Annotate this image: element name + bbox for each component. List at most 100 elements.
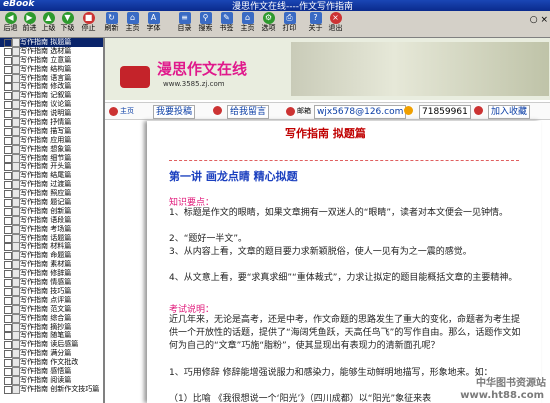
watermark: 中华图书资源站	[476, 378, 546, 389]
expand-icon[interactable]	[4, 83, 12, 92]
sidebar-item[interactable]: 写作指南 抒情篇	[0, 118, 103, 128]
exit-button[interactable]: × 退出	[327, 12, 344, 33]
bookmark-button[interactable]: ✎ 书签	[218, 12, 235, 33]
expand-icon[interactable]	[4, 261, 12, 270]
font-button[interactable]: A 字体	[145, 12, 162, 33]
expand-icon[interactable]	[4, 101, 12, 110]
expand-icon[interactable]	[4, 332, 12, 341]
expand-icon[interactable]	[4, 234, 12, 243]
expand-icon[interactable]	[4, 279, 12, 288]
sidebar-item[interactable]: 写作指南 想象篇	[0, 144, 103, 154]
sidebar-item[interactable]: 写作指南 修改篇	[0, 82, 103, 92]
down-button[interactable]: ▼ 下级	[59, 12, 76, 33]
sidebar-item[interactable]: 写作指南 综合篇	[0, 313, 103, 323]
expand-icon[interactable]	[4, 287, 12, 296]
search-button[interactable]: ⚲ 搜索	[197, 12, 214, 33]
expand-icon[interactable]	[4, 56, 12, 65]
expand-icon[interactable]	[4, 110, 12, 119]
sidebar-item[interactable]: 写作指南 说明篇	[0, 109, 103, 119]
sidebar-item[interactable]: 写作指南 描写篇	[0, 126, 103, 136]
forward-button[interactable]: ▶ 前进	[21, 12, 38, 33]
refresh-button[interactable]: ↻ 刷新	[103, 12, 120, 33]
sidebar-item[interactable]: 写作指南 满分篇	[0, 349, 103, 359]
toc-button[interactable]: ≡ 目录	[176, 12, 193, 33]
sidebar-item[interactable]: 写作指南 点评篇	[0, 295, 103, 305]
sidebar-item[interactable]: 写作指南 结尾篇	[0, 171, 103, 181]
expand-icon[interactable]	[4, 39, 12, 47]
sidebar-item[interactable]: 写作指南 语段篇	[0, 215, 103, 225]
sidebar-item[interactable]: 写作指南 感悟篇	[0, 366, 103, 376]
expand-icon[interactable]	[4, 359, 12, 368]
expand-icon[interactable]	[4, 323, 12, 332]
sidebar-item[interactable]: 写作指南 创新篇	[0, 206, 103, 216]
expand-icon[interactable]	[4, 190, 12, 199]
sidebar-tree[interactable]: 写作指南 拟题篇 写作指南 选材篇 写作指南 立意篇 写作指南 结构篇 写作指南 语言篇…	[0, 38, 105, 403]
expand-icon[interactable]	[4, 270, 12, 279]
sidebar-item[interactable]: 写作指南 随笔篇	[0, 331, 103, 341]
sidebar-item[interactable]: 写作指南 立意篇	[0, 55, 103, 65]
expand-icon[interactable]	[4, 367, 12, 376]
nav-home[interactable]: 主页	[109, 105, 134, 117]
nav-email[interactable]: wjx5678@126.com	[314, 105, 407, 119]
sidebar-item[interactable]: 写作指南 读后感篇	[0, 340, 103, 350]
expand-icon[interactable]	[4, 65, 12, 74]
sidebar-item[interactable]: 写作指南 修辞篇	[0, 269, 103, 279]
expand-icon[interactable]	[4, 145, 12, 154]
expand-icon[interactable]	[4, 207, 12, 216]
sidebar-item[interactable]: 写作指南 创新作文技巧篇	[0, 384, 103, 394]
stop-button[interactable]: ■ 停止	[80, 12, 97, 33]
sidebar-item[interactable]: 写作指南 情感篇	[0, 278, 103, 288]
expand-icon[interactable]	[4, 92, 12, 101]
nav-guestbook-wrap[interactable]	[213, 105, 224, 117]
expand-icon[interactable]	[4, 225, 12, 234]
sidebar-item[interactable]: 写作指南 记叙篇	[0, 91, 103, 101]
sidebar-item[interactable]: 写作指南 考场篇	[0, 224, 103, 234]
expand-icon[interactable]	[4, 252, 12, 261]
expand-icon[interactable]	[4, 350, 12, 359]
sidebar-item[interactable]: 写作指南 作文批改	[0, 358, 103, 368]
sidebar-item-label: 写作指南 说明篇	[20, 109, 72, 118]
sidebar-item[interactable]: 写作指南 题记篇	[0, 198, 103, 208]
expand-icon[interactable]	[4, 119, 12, 128]
sidebar-item[interactable]: 写作指南 结构篇	[0, 64, 103, 74]
sidebar-item[interactable]: 写作指南 拟题篇	[0, 38, 103, 47]
sidebar-item[interactable]: 写作指南 选材篇	[0, 46, 103, 56]
window-controls[interactable]: ○ ×	[530, 15, 548, 25]
expand-icon[interactable]	[4, 136, 12, 145]
sidebar-item[interactable]: 写作指南 技巧篇	[0, 286, 103, 296]
expand-icon[interactable]	[4, 47, 12, 56]
expand-icon[interactable]	[4, 172, 12, 181]
options-button[interactable]: ⚙ 选项	[260, 12, 277, 33]
sidebar-item[interactable]: 写作指南 照应篇	[0, 189, 103, 199]
home-button[interactable]: ⌂ 主页	[124, 12, 141, 33]
expand-icon[interactable]	[4, 127, 12, 136]
nav-guestbook[interactable]: 给我留言	[227, 105, 270, 119]
expand-icon[interactable]	[4, 74, 12, 83]
sidebar-item[interactable]: 写作指南 议论篇	[0, 100, 103, 110]
homepage-button[interactable]: ⌂ 主页	[239, 12, 256, 33]
print-button[interactable]: ⎙ 打印	[281, 12, 298, 33]
expand-icon[interactable]	[4, 199, 12, 208]
sidebar-item[interactable]: 写作指南 阅读篇	[0, 375, 103, 385]
sidebar-item[interactable]: 写作指南 命题篇	[0, 251, 103, 261]
sidebar-item[interactable]: 写作指南 过渡篇	[0, 180, 103, 190]
expand-icon[interactable]	[4, 163, 12, 172]
expand-icon[interactable]	[4, 385, 12, 394]
expand-icon[interactable]	[4, 305, 12, 314]
nav-post[interactable]: 我要投稿	[153, 105, 196, 119]
expand-icon[interactable]	[4, 243, 12, 252]
sidebar-item[interactable]: 写作指南 应用篇	[0, 135, 103, 145]
expand-icon[interactable]	[4, 216, 12, 225]
expand-icon[interactable]	[4, 296, 12, 305]
expand-icon[interactable]	[4, 341, 12, 350]
expand-icon[interactable]	[4, 181, 12, 190]
expand-icon[interactable]	[4, 376, 12, 385]
sidebar-item[interactable]: 写作指南 范文篇	[0, 304, 103, 314]
expand-icon[interactable]	[4, 314, 12, 323]
nav-favorite[interactable]: 加入收藏	[488, 105, 531, 119]
expand-icon[interactable]	[4, 154, 12, 163]
about-button[interactable]: ? 关于	[307, 12, 324, 33]
back-button[interactable]: ◀ 后退	[2, 12, 19, 33]
up-button[interactable]: ▲ 上级	[40, 12, 57, 33]
sidebar-item[interactable]: 写作指南 素材篇	[0, 260, 103, 270]
